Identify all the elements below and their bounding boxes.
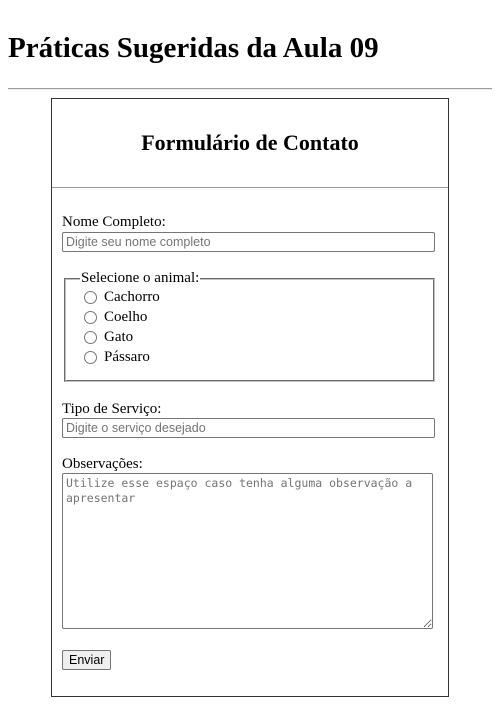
animal-legend: Selecione o animal: — [81, 270, 200, 286]
form-title: Formulário de Contato — [141, 130, 359, 155]
radio-option-passaro[interactable]: Pássaro — [84, 347, 433, 367]
contact-form: Formulário de Contato Nome Completo: Sel… — [51, 98, 449, 697]
radio-label: Gato — [104, 328, 134, 345]
radio-unchecked-icon[interactable] — [84, 310, 97, 324]
name-input[interactable] — [62, 232, 435, 252]
horizontal-divider — [8, 88, 492, 90]
service-label: Tipo de Serviço: — [62, 401, 162, 417]
page-title: Práticas Sugeridas da Aula 09 — [8, 32, 379, 64]
animal-fieldset: Selecione o animal: Cachorro Coelho Gato… — [64, 270, 435, 382]
radio-option-cachorro[interactable]: Cachorro — [84, 287, 433, 307]
radio-unchecked-icon[interactable] — [84, 290, 97, 304]
name-label: Nome Completo: — [62, 214, 166, 230]
submit-button[interactable]: Enviar — [62, 650, 112, 670]
radio-unchecked-icon[interactable] — [84, 350, 97, 364]
radio-label: Coelho — [104, 308, 148, 325]
notes-label: Observações: — [62, 456, 143, 472]
service-input[interactable] — [62, 418, 435, 438]
notes-textarea[interactable] — [62, 473, 433, 629]
radio-unchecked-icon[interactable] — [84, 330, 97, 344]
radio-option-coelho[interactable]: Coelho — [84, 307, 433, 327]
form-header: Formulário de Contato — [52, 99, 448, 188]
radio-label: Pássaro — [104, 348, 150, 365]
radio-label: Cachorro — [104, 288, 160, 305]
radio-option-gato[interactable]: Gato — [84, 327, 433, 347]
